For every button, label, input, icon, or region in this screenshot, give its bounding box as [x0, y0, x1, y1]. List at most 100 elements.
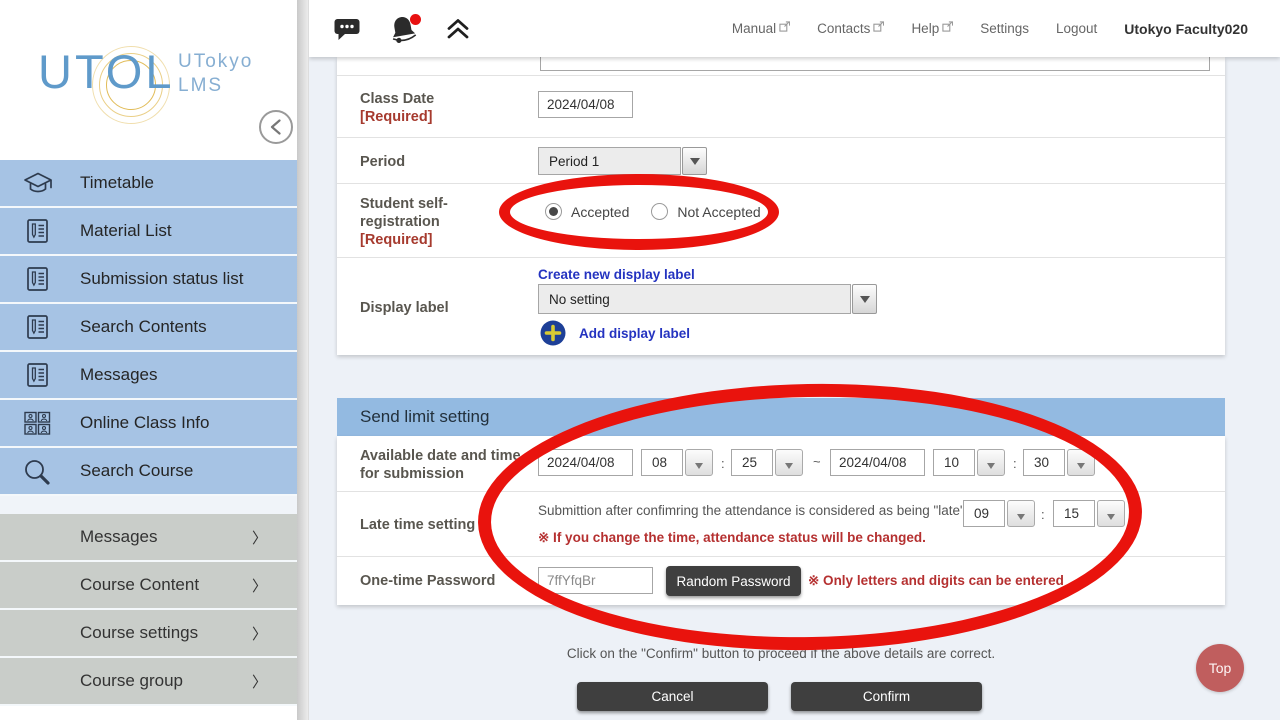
select-dropdown-arrow-icon[interactable] — [682, 147, 707, 175]
start-minute-spinner[interactable]: 25 — [731, 449, 803, 476]
sidebar-item-search-contents[interactable]: Search Contents — [0, 304, 297, 352]
notification-bell-icon[interactable] — [387, 13, 425, 45]
manual-link[interactable]: Manual — [732, 21, 790, 36]
form-row-period: Period Period 1 — [337, 138, 1225, 184]
spinner-arrow-icon[interactable] — [775, 449, 803, 476]
chevron-right-icon: 〉 — [252, 623, 267, 644]
one-time-password-input[interactable] — [538, 567, 653, 594]
start-date-input[interactable] — [538, 449, 633, 476]
sidebar-item-label: Timetable — [80, 173, 154, 193]
spinner-arrow-icon[interactable] — [685, 449, 713, 476]
help-link[interactable]: Help — [911, 21, 953, 36]
clipboard-list-icon — [22, 265, 56, 293]
select-dropdown-arrow-icon[interactable] — [852, 284, 877, 314]
sidebar-item-online-class-info[interactable]: Online Class Info — [0, 400, 297, 448]
display-label-select[interactable]: No setting — [538, 284, 877, 314]
scroll-to-top-button[interactable]: Top — [1196, 644, 1244, 692]
add-display-label-row[interactable]: Add display label — [540, 320, 690, 346]
sidebar-subitem-messages[interactable]: Messages 〉 — [0, 514, 297, 562]
spinner-arrow-icon[interactable] — [977, 449, 1005, 476]
end-minute-spinner[interactable]: 30 — [1023, 449, 1095, 476]
contacts-link[interactable]: Contacts — [817, 21, 884, 36]
late-hour-value[interactable]: 09 — [963, 500, 1005, 527]
video-grid-icon — [22, 409, 56, 437]
sidebar-subitem-course-settings[interactable]: Course settings 〉 — [0, 610, 297, 658]
sidebar-item-messages[interactable]: Messages — [0, 352, 297, 400]
add-display-label-link[interactable]: Add display label — [579, 326, 690, 341]
chat-bubble-icon[interactable] — [333, 16, 361, 42]
logo-area: UTOL UTokyo LMS — [0, 0, 297, 160]
start-hour-spinner[interactable]: 08 — [641, 449, 713, 476]
logo-subtitle: UTokyo LMS — [178, 50, 253, 98]
end-hour-value[interactable]: 10 — [933, 449, 975, 476]
sidebar-item-timetable[interactable]: Timetable — [0, 160, 297, 208]
utol-logo: UTOL — [38, 44, 175, 99]
chevron-right-icon: 〉 — [252, 575, 267, 596]
display-label-select-value: No setting — [538, 284, 851, 314]
external-link-icon — [942, 21, 953, 32]
end-date-input[interactable] — [830, 449, 925, 476]
sidebar-item-search-course[interactable]: Search Course — [0, 448, 297, 496]
time-colon: : — [1013, 456, 1017, 471]
topbar: Manual Contacts Help Settings Logout Uto… — [309, 0, 1280, 57]
sidebar-item-label: Submission status list — [80, 269, 243, 289]
start-hour-value[interactable]: 08 — [641, 449, 683, 476]
late-hour-spinner[interactable]: 09 — [963, 500, 1035, 527]
time-colon: : — [721, 456, 725, 471]
end-minute-value[interactable]: 30 — [1023, 449, 1065, 476]
sidebar-item-label: Search Course — [80, 461, 193, 481]
logout-link-label: Logout — [1056, 21, 1097, 36]
spinner-arrow-icon[interactable] — [1007, 500, 1035, 527]
row-late-time: Late time setting Submittion after confi… — [337, 492, 1225, 557]
plus-circle-icon — [540, 320, 566, 346]
class-date-input[interactable] — [538, 91, 633, 118]
spinner-arrow-icon[interactable] — [1067, 449, 1095, 476]
end-hour-spinner[interactable]: 10 — [933, 449, 1005, 476]
confirm-button[interactable]: Confirm — [791, 682, 982, 711]
late-time-desc: Submittion after confimring the attendan… — [538, 503, 965, 518]
late-minute-value[interactable]: 15 — [1053, 500, 1095, 527]
sidebar-gap — [0, 496, 297, 514]
form-row-class-date: Class Date [Required] — [337, 76, 1225, 138]
manual-link-label: Manual — [732, 21, 776, 36]
double-chevron-up-icon[interactable] — [445, 16, 471, 42]
sidebar-subitem-label: Course Content — [80, 575, 199, 595]
self-registration-options: Accepted Not Accepted — [545, 203, 761, 220]
logout-link[interactable]: Logout — [1056, 21, 1097, 36]
create-display-label-link[interactable]: Create new display label — [538, 267, 695, 282]
page: UTOL UTokyo LMS Timetable — [0, 0, 1280, 720]
help-link-label: Help — [911, 21, 939, 36]
sidebar-item-label: Material List — [80, 221, 172, 241]
spinner-arrow-icon[interactable] — [1097, 500, 1125, 527]
cancel-button[interactable]: Cancel — [577, 682, 768, 711]
search-icon — [22, 457, 56, 485]
display-label-label: Display label — [360, 299, 449, 317]
sidebar-subitem-course-group[interactable]: Course group 〉 — [0, 658, 297, 706]
period-select-value: Period 1 — [538, 147, 681, 175]
random-password-button[interactable]: Random Password — [666, 566, 801, 596]
circle-left-arrow-icon[interactable] — [258, 109, 294, 145]
topbar-links: Manual Contacts Help Settings Logout Uto… — [732, 21, 1280, 37]
sidebar-subitem-course-content[interactable]: Course Content 〉 — [0, 562, 297, 610]
late-minute-spinner[interactable]: 15 — [1053, 500, 1125, 527]
form-row-top — [337, 57, 1225, 76]
sidebar-item-material-list[interactable]: Material List — [0, 208, 297, 256]
period-select[interactable]: Period 1 — [538, 147, 707, 175]
user-name: Utokyo Faculty020 — [1124, 21, 1248, 37]
tilde-separator: ~ — [813, 454, 821, 469]
clipped-top-input[interactable] — [540, 57, 1210, 71]
start-minute-value[interactable]: 25 — [731, 449, 773, 476]
row-one-time-password: One-time Password Random Password ※ Only… — [337, 557, 1225, 605]
sidebar-item-submission-status-list[interactable]: Submission status list — [0, 256, 297, 304]
settings-link-label: Settings — [980, 21, 1029, 36]
settings-link[interactable]: Settings — [980, 21, 1029, 36]
send-limit-header: Send limit setting — [337, 398, 1225, 436]
sidebar-subitem-label: Course settings — [80, 623, 198, 643]
sidebar-subitem-label: Messages — [80, 527, 157, 547]
external-link-icon — [873, 21, 884, 32]
time-colon: : — [1041, 507, 1045, 522]
not-accepted-radio[interactable] — [651, 203, 668, 220]
sidebar-scrollbar[interactable] — [297, 0, 309, 720]
accepted-radio[interactable] — [545, 203, 562, 220]
class-date-label: Class Date — [360, 90, 434, 108]
